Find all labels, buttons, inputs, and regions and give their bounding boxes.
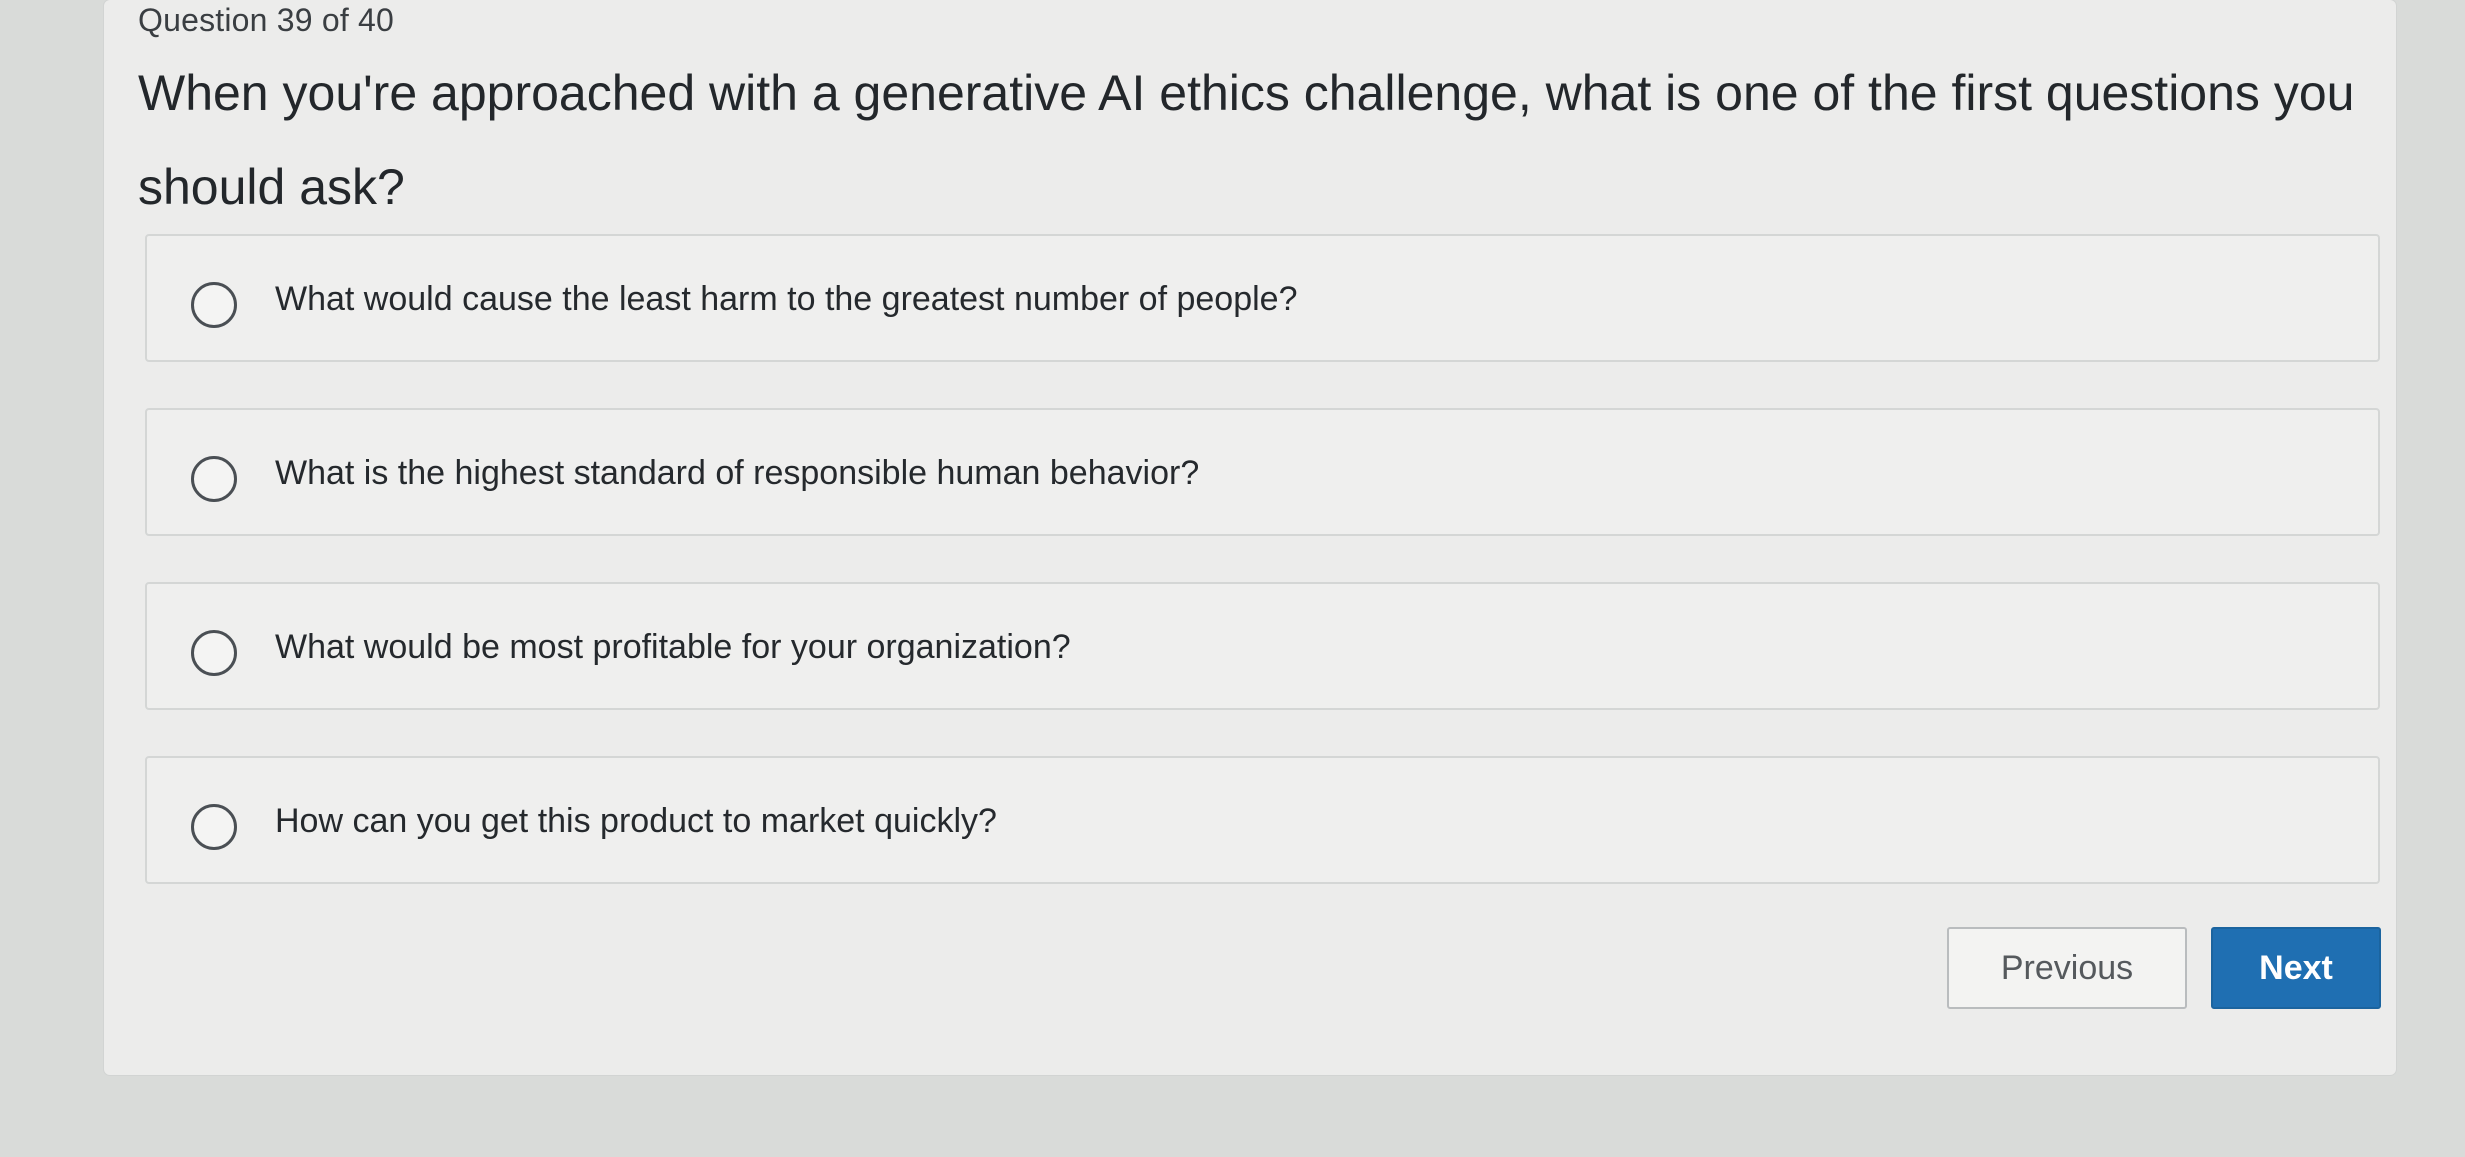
- previous-button[interactable]: Previous: [1947, 927, 2187, 1009]
- answer-option-label: What is the highest standard of responsi…: [275, 454, 1200, 492]
- question-counter: Question 39 of 40: [138, 2, 395, 38]
- radio-button-icon[interactable]: [191, 456, 237, 502]
- next-button[interactable]: Next: [2211, 927, 2381, 1009]
- quiz-page: Question 39 of 40 When you're approached…: [0, 0, 2465, 1157]
- answer-option-label: What would cause the least harm to the g…: [275, 280, 1298, 318]
- answer-option-label: What would be most profitable for your o…: [275, 628, 1071, 666]
- radio-button-icon[interactable]: [191, 282, 237, 328]
- radio-button-icon[interactable]: [191, 804, 237, 850]
- answer-option-4[interactable]: How can you get this product to market q…: [145, 756, 2380, 884]
- answer-option-2[interactable]: What is the highest standard of responsi…: [145, 408, 2380, 536]
- answer-option-1[interactable]: What would cause the least harm to the g…: [145, 234, 2380, 362]
- answer-option-label: How can you get this product to market q…: [275, 802, 997, 840]
- question-text: When you're approached with a generative…: [138, 65, 2355, 215]
- radio-button-icon[interactable]: [191, 630, 237, 676]
- answer-option-3[interactable]: What would be most profitable for your o…: [145, 582, 2380, 710]
